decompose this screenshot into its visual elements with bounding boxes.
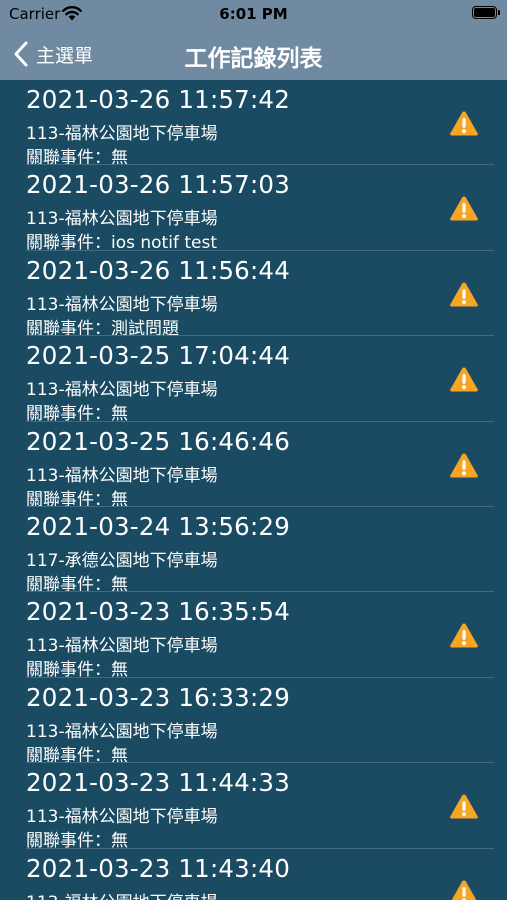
warning-icon xyxy=(450,282,478,307)
record-location: 113-福林公園地下停車場 xyxy=(26,888,218,900)
work-record-row[interactable]: 2021-03-26 11:57:42 113-福林公園地下停車場 關聯事件：無 xyxy=(0,80,507,168)
work-record-row[interactable]: 2021-03-23 11:43:40 113-福林公園地下停車場 關聯事件：無 xyxy=(0,849,507,900)
warning-icon xyxy=(450,196,478,221)
record-timestamp: 2021-03-26 11:57:03 xyxy=(26,170,291,200)
record-timestamp: 2021-03-23 16:33:29 xyxy=(26,682,291,712)
warning-icon xyxy=(450,623,478,648)
page-title: 工作記錄列表 xyxy=(184,46,323,72)
record-location: 113-福林公園地下停車場 xyxy=(26,807,218,828)
record-timestamp: 2021-03-26 11:57:42 xyxy=(26,85,291,114)
record-location: 113-福林公園地下停車場 xyxy=(26,209,218,230)
work-record-row[interactable]: 2021-03-24 13:56:29 117-承德公園地下停車場 關聯事件：無 xyxy=(0,507,507,595)
record-timestamp: 2021-03-25 17:04:44 xyxy=(26,341,291,371)
navigation-bar: 主選單 工作記錄列表 xyxy=(0,28,507,80)
work-record-list[interactable]: 2021-03-26 11:57:42 113-福林公園地下停車場 關聯事件：無… xyxy=(0,80,507,900)
record-location: 113-福林公園地下停車場 xyxy=(26,636,218,657)
clock-time: 6:01 PM xyxy=(219,5,288,23)
record-timestamp: 2021-03-24 13:56:29 xyxy=(26,511,291,541)
work-record-row[interactable]: 2021-03-25 16:46:46 113-福林公園地下停車場 關聯事件：無 xyxy=(0,422,507,510)
record-timestamp: 2021-03-26 11:56:44 xyxy=(26,255,291,285)
work-record-row[interactable]: 2021-03-26 11:57:03 113-福林公園地下停車場 關聯事件：i… xyxy=(0,165,507,253)
record-timestamp: 2021-03-25 16:46:46 xyxy=(26,426,291,456)
warning-icon xyxy=(450,453,478,478)
record-location: 113-福林公園地下停車場 xyxy=(26,465,218,486)
status-bar: Carrier 6:01 PM xyxy=(0,0,507,28)
work-record-row[interactable]: 2021-03-25 17:04:44 113-福林公園地下停車場 關聯事件：無 xyxy=(0,336,507,424)
record-location: 117-承德公園地下停車場 xyxy=(26,550,218,571)
work-record-row[interactable]: 2021-03-26 11:56:44 113-福林公園地下停車場 關聯事件：測… xyxy=(0,251,507,339)
warning-icon xyxy=(450,367,478,392)
record-timestamp: 2021-03-23 16:35:54 xyxy=(26,597,291,627)
screen: Carrier 6:01 PM 主選單 工作記錄列表 2021-03-26 11… xyxy=(0,0,507,900)
work-record-row[interactable]: 2021-03-23 11:44:33 113-福林公園地下停車場 關聯事件：無 xyxy=(0,763,507,851)
work-record-row[interactable]: 2021-03-23 16:33:29 113-福林公園地下停車場 關聯事件：無 xyxy=(0,678,507,766)
warning-icon xyxy=(450,794,478,819)
record-location: 113-福林公園地下停車場 xyxy=(26,294,218,315)
battery-icon xyxy=(472,6,500,19)
warning-icon xyxy=(451,880,477,900)
work-record-row[interactable]: 2021-03-23 16:35:54 113-福林公園地下停車場 關聯事件：無 xyxy=(0,592,507,680)
record-location: 113-福林公園地下停車場 xyxy=(26,721,218,742)
record-location: 113-福林公園地下停車場 xyxy=(26,380,218,401)
record-location: 113-福林公園地下停車場 xyxy=(26,124,218,144)
record-timestamp: 2021-03-23 11:44:33 xyxy=(26,768,291,798)
warning-icon xyxy=(450,111,478,136)
record-timestamp: 2021-03-23 11:43:40 xyxy=(26,853,291,883)
